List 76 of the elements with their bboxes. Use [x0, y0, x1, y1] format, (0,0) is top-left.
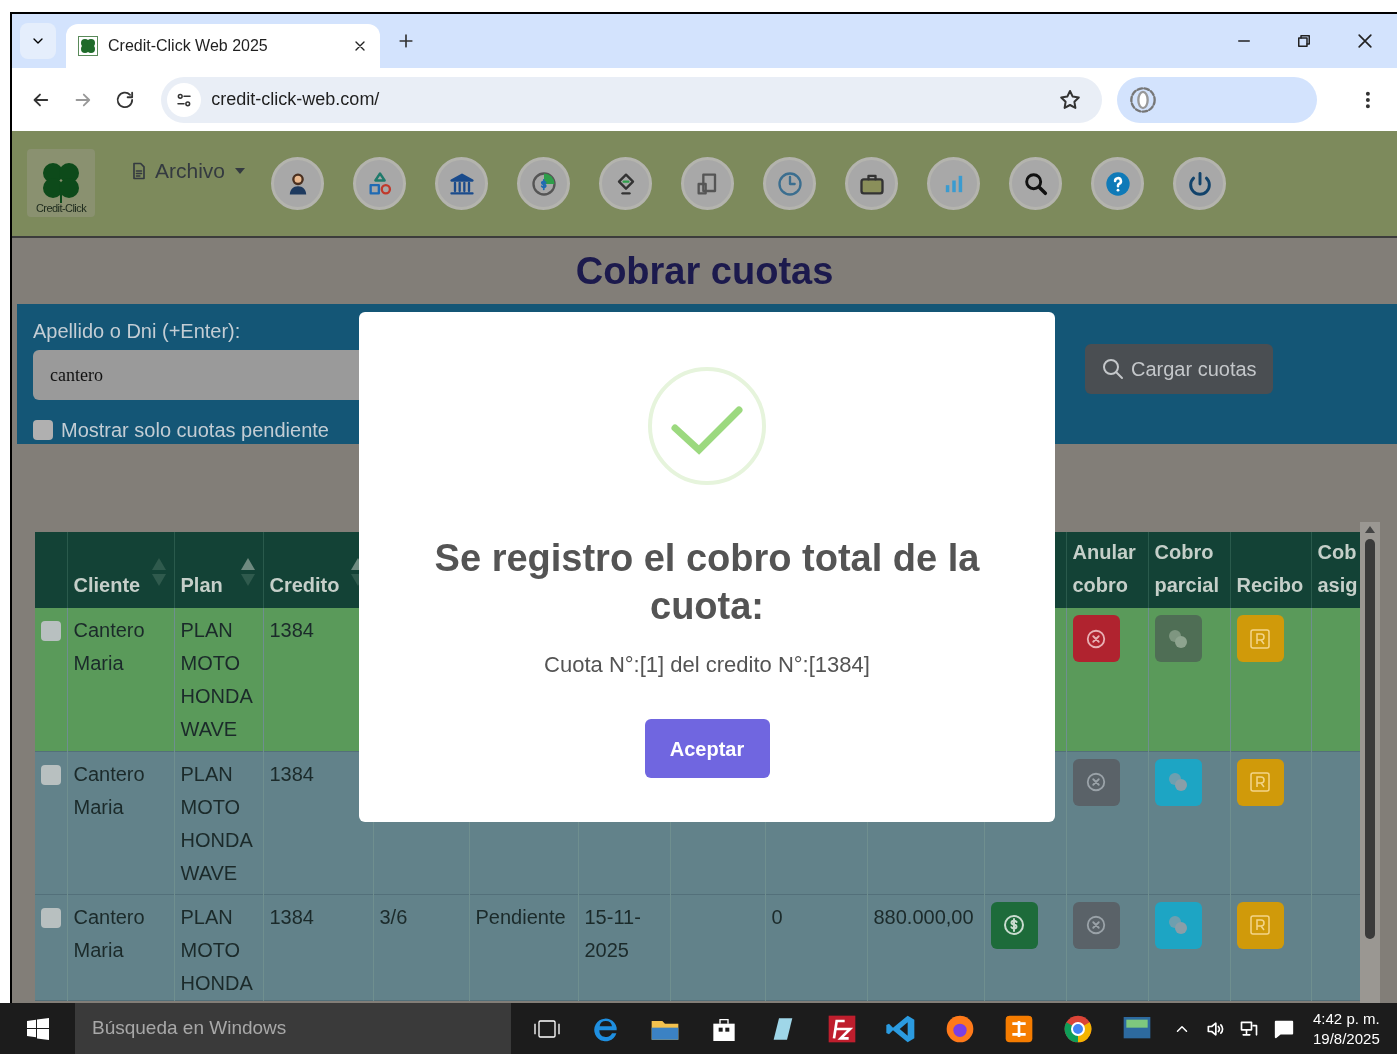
column-header[interactable]: Cliente [73, 574, 141, 596]
tab-title: Credit-Click Web 2025 [108, 36, 269, 56]
scroll-up-icon[interactable] [1365, 526, 1375, 533]
scrollbar[interactable] [1360, 522, 1380, 1003]
table-cell: 0 [771, 905, 783, 928]
column-header: Anular cobro [1072, 541, 1136, 596]
search-label: Apellido o Dni (+Enter): [33, 319, 242, 344]
search-icon [1101, 357, 1125, 381]
dollar-chart-icon [529, 169, 558, 198]
help-icon [1103, 169, 1132, 198]
table-cell: Cantero Maria [73, 905, 145, 961]
caret-icon [235, 167, 246, 174]
toolbar-button[interactable] [599, 157, 653, 210]
receipt-icon [1249, 771, 1271, 793]
table-cell: Cantero Maria [73, 762, 145, 818]
dialog-message: Cuota N°:[1] del credito N°:[1384] [544, 651, 870, 679]
row-checkbox[interactable] [41, 764, 61, 785]
cancel-icon [1085, 914, 1107, 936]
table-cell: PLAN MOTO HONDA WAVE [180, 762, 252, 884]
column-header: Cob asig [1317, 541, 1358, 596]
row-checkbox[interactable] [41, 907, 61, 928]
toolbar-button[interactable] [1173, 157, 1227, 210]
close-icon[interactable] [1355, 31, 1375, 51]
logo-text: Credit-Click [35, 203, 87, 214]
table-cell: 1384 [269, 619, 314, 641]
table-cell: 880.000,00 [873, 905, 974, 928]
table-cell: Cantero Maria [73, 619, 145, 674]
receipt-button[interactable] [1236, 901, 1284, 949]
column-header[interactable]: Plan [180, 574, 223, 596]
receipt-icon [1249, 627, 1271, 650]
toolbar-button[interactable] [435, 157, 489, 210]
cancel-icon [1085, 627, 1107, 650]
coins-icon [1166, 913, 1190, 937]
cancel-icon [1085, 771, 1107, 793]
pay-button[interactable] [990, 901, 1038, 949]
success-check-icon [647, 366, 767, 486]
table-cell: PLAN MOTO HONDA [180, 905, 253, 994]
dollar-coin-icon [1002, 913, 1026, 937]
search-input[interactable]: cantero [50, 361, 1016, 389]
table-cell: 1384 [269, 762, 314, 785]
table-cell: 1384 [269, 905, 314, 928]
table-cell: 3/6 [379, 905, 408, 928]
taskbar-search-field[interactable]: Búsqueda en Windows [75, 1003, 511, 1054]
app-logo[interactable]: Credit-Click [27, 149, 95, 217]
restore-icon[interactable] [1295, 32, 1313, 50]
column-header: Recibo [1236, 574, 1304, 596]
table-cell: 15-11-2025 [584, 905, 641, 961]
pending-checkbox[interactable] [33, 420, 53, 440]
receipt-icon [1249, 914, 1271, 936]
star-icon[interactable] [1058, 87, 1082, 112]
toolbar-button[interactable] [845, 157, 899, 210]
profile-icon [1129, 85, 1157, 114]
column-header: Cobro parcial [1154, 541, 1219, 596]
load-installments-button[interactable]: Cargar cuotas [1085, 344, 1273, 394]
coins-icon [1166, 770, 1190, 794]
checkbox-label: Mostrar solo cuotas pendiente [61, 418, 329, 443]
clover-icon [78, 36, 98, 56]
table-cell: PLAN MOTO HONDA WAVE [180, 619, 252, 740]
dialog-title: Se registro el cobro total de la cuota: [433, 536, 981, 629]
cancel-payment-button[interactable] [1072, 615, 1120, 662]
table-cell: Pendiente [475, 905, 566, 928]
toolbar-button[interactable] [1009, 157, 1063, 210]
receipt-button[interactable] [1236, 758, 1284, 806]
clock-icon [775, 169, 804, 198]
page-title: Cobrar cuotas [575, 252, 834, 290]
taskbar-clock[interactable]: 4:42 p. m. 19/8/2025 [1313, 1008, 1380, 1049]
column-header[interactable]: Credito [269, 574, 340, 596]
profile-button[interactable] [1117, 76, 1318, 123]
address-bar[interactable]: credit-click-web.com/ [161, 76, 1102, 123]
installment-row[interactable]: Cantero Maria PLAN MOTO HONDA 1384 3/6 Pendiente 15-11-2025 0 880.000,00 [35, 894, 1360, 1000]
browser-tab[interactable]: Credit-Click Web 2025 [66, 24, 380, 68]
windows-start-icon[interactable] [26, 1017, 49, 1040]
accept-button[interactable]: Aceptar [644, 719, 770, 778]
url-text: credit-click-web.com/ [211, 88, 381, 111]
row-checkbox[interactable] [41, 621, 61, 641]
toolbar-button[interactable] [271, 157, 325, 210]
